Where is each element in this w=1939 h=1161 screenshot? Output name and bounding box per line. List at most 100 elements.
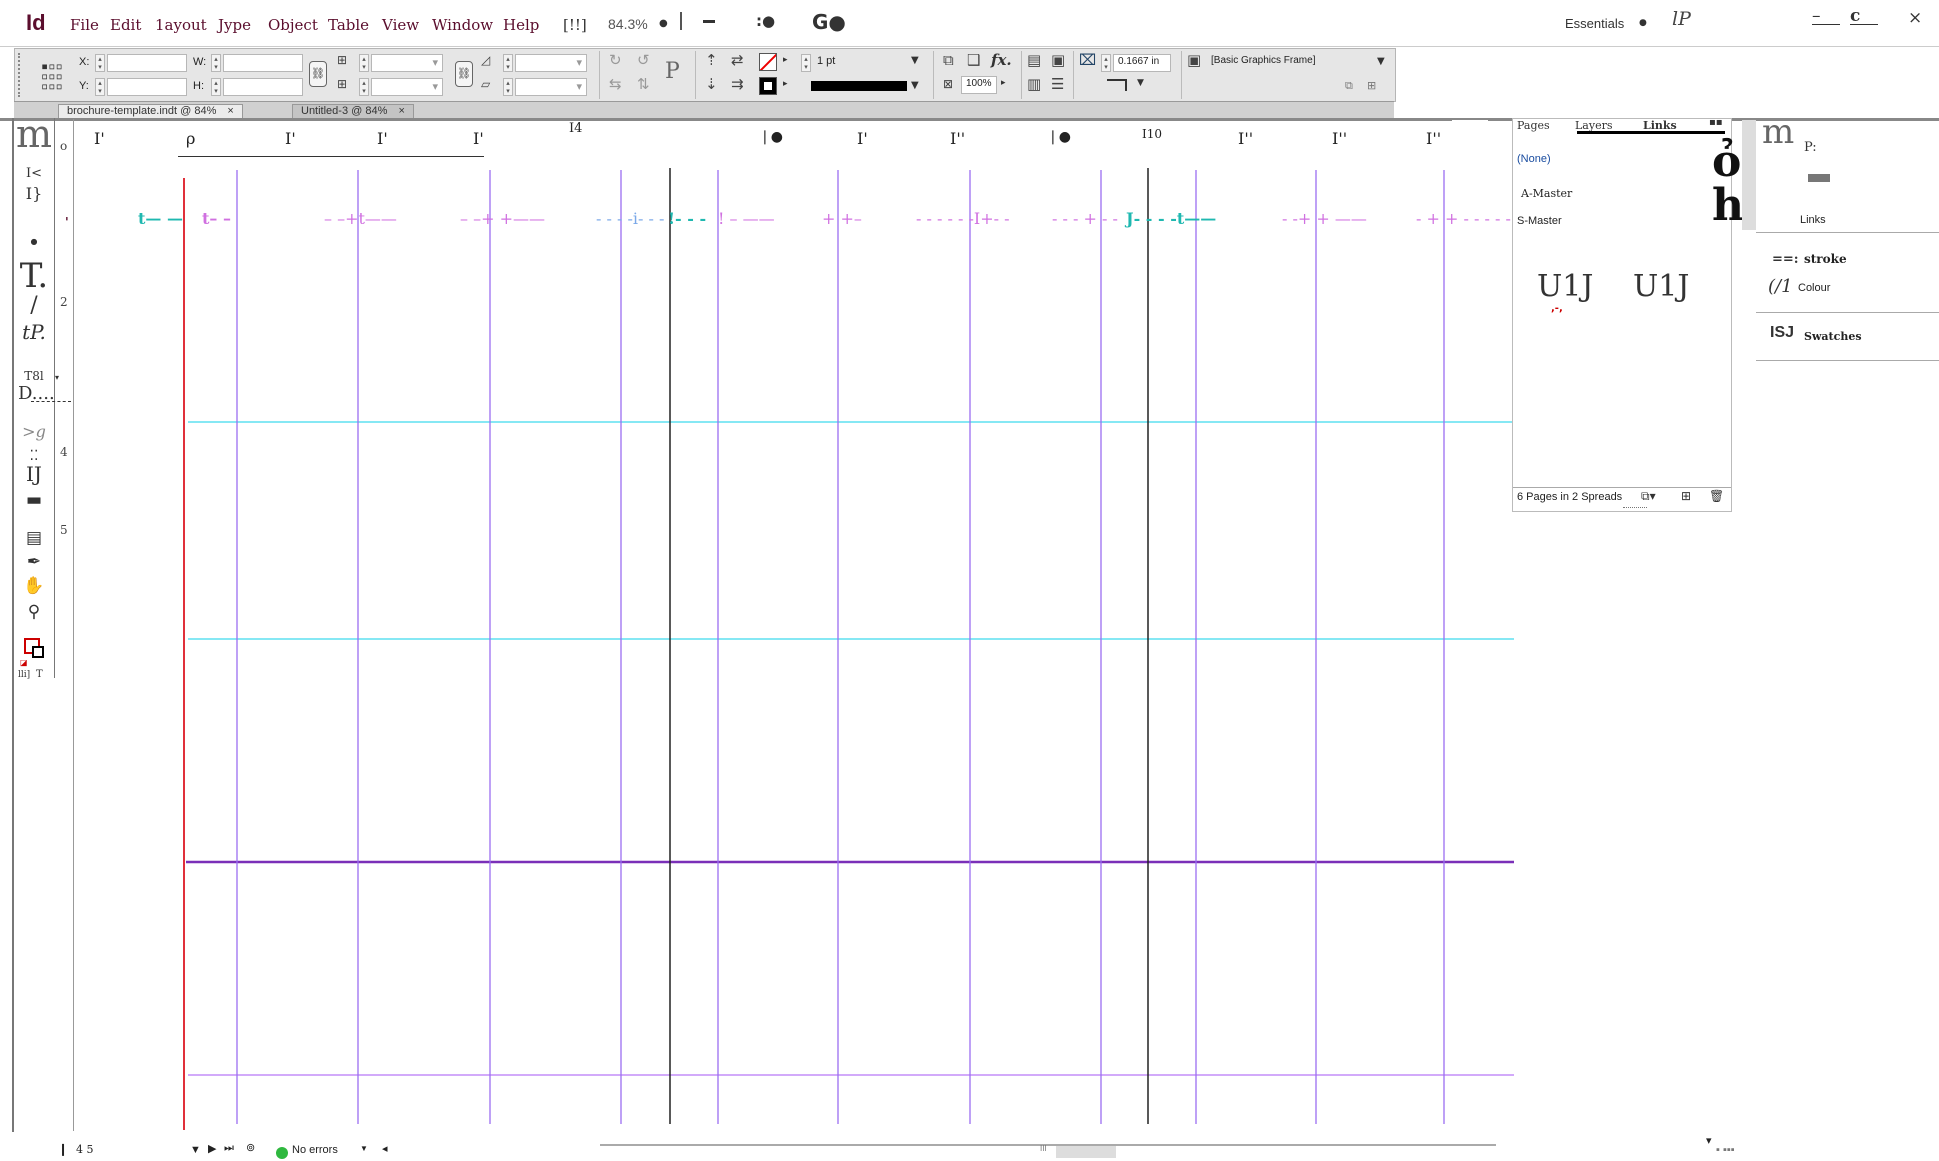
text-wrap-bbox-icon[interactable]: ▣ — [1051, 51, 1065, 69]
select-previous-icon[interactable]: ⇄ — [731, 51, 744, 69]
text-wrap-none-icon[interactable]: ▤ — [1027, 51, 1041, 69]
preflight-status[interactable]: No errors — [292, 1144, 338, 1156]
reference-point-icon[interactable]: ▪▫▫ ▫▫▫ ▫▫▫ — [41, 60, 63, 92]
scale-y-field[interactable]: ▾ — [371, 78, 443, 96]
clear-overrides-icon[interactable]: ⧉ — [1345, 79, 1353, 93]
colour-panel[interactable]: Colour — [1798, 282, 1830, 294]
next-page-icon[interactable]: ▶ — [208, 1142, 216, 1155]
gap-field[interactable]: 0.1667 in — [1113, 54, 1171, 72]
arrange-documents-icon[interactable]: G● — [812, 10, 846, 34]
zoom-dropdown-icon[interactable]: ● — [659, 18, 668, 29]
page-size-icon[interactable]: ⧉▾ — [1641, 489, 1656, 504]
stroke-weight-field[interactable]: 1 pt — [813, 54, 893, 72]
w-field[interactable] — [223, 54, 303, 72]
workspace-switcher[interactable]: Essentials — [1565, 16, 1624, 31]
toolbox-collapse-icon[interactable]: m — [16, 115, 52, 153]
rotate-stepper[interactable]: ▴ ▾ — [503, 54, 513, 72]
resize-grip-icon[interactable]: ▪ ▪▪▪ — [1716, 1144, 1735, 1156]
object-style-field[interactable]: [Basic Graphics Frame] — [1207, 54, 1373, 72]
view-options-icon[interactable] — [703, 20, 715, 23]
opacity-arrow-icon[interactable]: ▸ — [1001, 78, 1006, 88]
stroke-box-icon[interactable] — [32, 646, 44, 658]
panel-menu-icon[interactable]: ▪▪ — [1709, 117, 1723, 128]
scale-x-field[interactable]: ▾ — [371, 54, 443, 72]
opacity-field[interactable]: 100% — [961, 76, 997, 94]
w-stepper[interactable]: ▴ ▾ — [211, 54, 221, 72]
auto-fit-icon[interactable]: ⌧ — [1079, 51, 1096, 69]
y-stepper[interactable]: ▴ ▾ — [95, 78, 105, 96]
default-colors-icon[interactable]: ◪ — [20, 658, 28, 667]
menu-layout[interactable]: 1ayout — [155, 16, 207, 34]
dock-collapse-icon[interactable]: m — [1762, 115, 1794, 149]
tab-close-icon[interactable]: × — [227, 105, 233, 117]
preflight-dropdown-icon[interactable]: ▼ — [360, 1144, 368, 1153]
gradient-tool-icon[interactable]: IJ — [18, 462, 50, 486]
panel-menu-icon[interactable]: ⊞ — [1367, 79, 1376, 92]
stroke-weight-stepper[interactable]: ▴ ▾ — [801, 54, 811, 72]
fit-content-icon[interactable]: ⧉ — [943, 51, 954, 69]
pages-tab[interactable]: Pages — [1517, 119, 1550, 132]
scale-y-stepper[interactable]: ▴ ▾ — [359, 78, 369, 96]
hand-tool-icon[interactable]: ✋ — [18, 574, 50, 598]
minimize-button[interactable]: – — [1812, 6, 1840, 26]
rotate-cw-icon[interactable]: ↻ — [609, 51, 622, 69]
screen-mode-icon[interactable]: :● — [756, 12, 775, 30]
menu-object[interactable]: Object — [268, 16, 318, 34]
close-button[interactable]: × — [1908, 8, 1922, 28]
rectangle-tool-icon[interactable]: D.... — [18, 382, 55, 406]
corner-shape-icon[interactable] — [1107, 79, 1127, 91]
pen-tool-icon[interactable]: tP. — [18, 320, 50, 344]
stroke-menu-arrow-icon[interactable]: ▸ — [783, 79, 788, 89]
x-stepper[interactable]: ▴ ▾ — [95, 54, 105, 72]
workspace-dropdown-icon[interactable]: ● — [1639, 18, 1647, 28]
page-number-field[interactable]: 4 5 — [76, 1143, 94, 1156]
open-file-icon[interactable]: ⊚ — [246, 1141, 255, 1154]
master-s[interactable]: S-Master — [1517, 215, 1562, 227]
document-canvas[interactable]: t— — t– – – –+t—— – –+ +—— - - - -i- - -… — [74, 160, 1621, 1132]
delete-page-icon[interactable]: 🗑 — [1709, 489, 1724, 503]
shear-field[interactable]: ▾ — [515, 78, 587, 96]
y-field[interactable] — [107, 78, 187, 96]
menu-edit[interactable]: Edit — [110, 16, 141, 34]
menu-file[interactable]: File — [70, 16, 99, 34]
page-tool-icon[interactable]: ● — [18, 230, 50, 254]
master-none[interactable]: (None) — [1517, 153, 1551, 165]
stroke-type-dropdown-icon[interactable]: ▼ — [911, 80, 919, 91]
page-panel-icon[interactable]: P: — [1804, 140, 1817, 155]
gap-stepper[interactable]: ▴ ▾ — [1101, 54, 1111, 72]
stroke-swatch-icon[interactable] — [759, 77, 777, 95]
scale-x-stepper[interactable]: ▴ ▾ — [359, 54, 369, 72]
fill-menu-arrow-icon[interactable]: ▸ — [783, 55, 788, 65]
flip-vertical-icon[interactable]: ⇅ — [637, 75, 650, 93]
zoom-level[interactable]: 84.3% — [608, 16, 648, 32]
fill-swatch-icon[interactable] — [759, 53, 777, 71]
panel-scrollbar[interactable] — [1742, 120, 1756, 230]
menu-view[interactable]: View — [382, 16, 419, 34]
constrain-proportions-icon[interactable]: ⛓ — [309, 61, 327, 87]
panel-grip-icon[interactable] — [18, 53, 24, 97]
menu-type[interactable]: Jype — [218, 16, 251, 34]
spread-thumbnail-2[interactable]: U1J — [1633, 269, 1689, 304]
text-wrap-shape-icon[interactable]: ▥ — [1027, 75, 1041, 93]
resize-grip-icon[interactable] — [1623, 507, 1647, 512]
scroll-left-icon[interactable]: ◂ — [382, 1142, 388, 1155]
text-wrap-jump-icon[interactable]: ☰ — [1051, 75, 1064, 93]
note-tool-icon[interactable]: ▤ — [18, 526, 50, 550]
spread-thumbnail-1[interactable]: U1J — [1537, 269, 1593, 304]
restore-button[interactable]: c — [1850, 6, 1878, 26]
drop-shadow-icon[interactable]: ❑ — [967, 51, 980, 69]
zoom-tool-icon[interactable]: ⚲ — [18, 600, 50, 624]
horizontal-scrollbar-thumb[interactable] — [1056, 1146, 1116, 1158]
menu-window[interactable]: Window — [432, 16, 493, 34]
h-field[interactable] — [223, 78, 303, 96]
x-field[interactable] — [107, 54, 187, 72]
direct-selection-tool-icon[interactable]: I} — [18, 182, 50, 206]
select-content-icon[interactable]: ⇣ — [705, 75, 718, 93]
shear-stepper[interactable]: ▴ ▾ — [503, 78, 513, 96]
flip-horizontal-icon[interactable]: ⇆ — [609, 75, 622, 93]
line-tool-icon[interactable]: / — [18, 294, 50, 318]
links-panel[interactable]: Links — [1800, 214, 1826, 226]
search-icon[interactable]: lP — [1672, 8, 1691, 30]
scissors-tool-icon[interactable]: >g — [18, 420, 50, 444]
stroke-type-preview[interactable] — [811, 81, 907, 91]
